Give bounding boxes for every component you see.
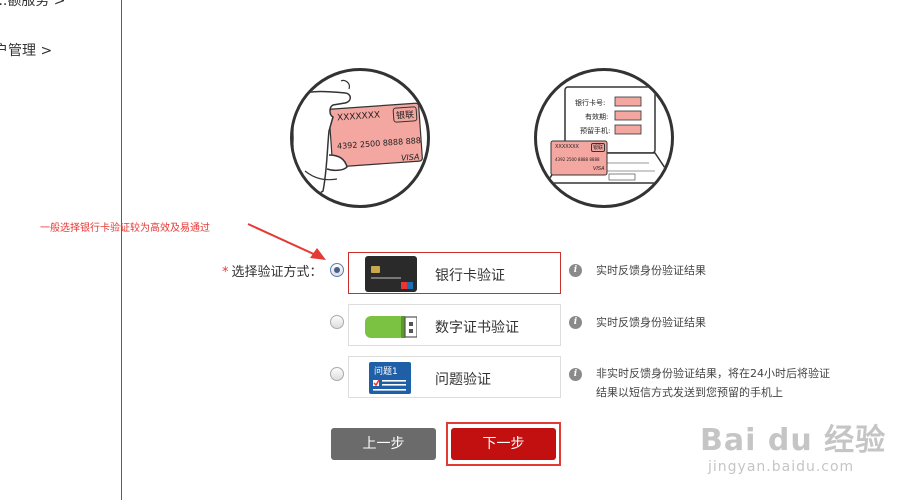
radio-question[interactable]	[330, 367, 344, 381]
info-icon: i	[569, 316, 582, 329]
option-bank-card-label: 银行卡验证	[435, 268, 505, 284]
option-digital-certificate[interactable]: 数字证书验证	[348, 304, 561, 346]
option-bank-card[interactable]: 银行卡验证	[348, 252, 561, 294]
verification-method-label-text: 选择验证方式：	[231, 265, 323, 280]
small-card-network: VISA	[593, 166, 605, 172]
sidebar-item-service[interactable]: ...额服务 >	[0, 0, 66, 10]
field-phone-label: 预留手机:	[580, 127, 611, 135]
card-brand: 银联	[392, 106, 418, 123]
annotation-arrow-icon	[247, 223, 326, 260]
baidu-jingyan-watermark: Bai du 经验 jingyan.baidu.com	[700, 415, 900, 495]
bank-card-illustration: XXXXXXX 银联 4392 2500 8888 888 VISA	[290, 68, 430, 208]
field-card-number-label: 银行卡号:	[575, 99, 606, 107]
field-expiry-label: 有效期:	[585, 113, 609, 121]
annotation-text: 一般选择银行卡验证较为高效及易通过	[40, 223, 210, 234]
radio-bank-card[interactable]	[330, 263, 344, 277]
sidebar: ...额服务 > 户管理 >	[0, 0, 122, 500]
watermark-logo: Bai du 经验	[700, 423, 887, 458]
small-card-brand: 银联	[591, 143, 606, 152]
laptop-icon	[545, 86, 671, 184]
sidebar-item-account-management[interactable]: 户管理 >	[0, 40, 52, 60]
watermark-url: jingyan.baidu.com	[708, 459, 855, 475]
bank-card-icon	[365, 256, 417, 292]
question-card-icon: 问题1	[365, 360, 417, 396]
option-digital-certificate-description: 实时反馈身份验证结果	[596, 316, 706, 329]
prev-step-button[interactable]: 上一步	[331, 428, 436, 460]
small-card-name: XXXXXXX	[555, 144, 579, 150]
card-network: VISA	[400, 152, 420, 163]
option-question-description: 非实时反馈身份验证结果，将在24小时后将验证结果以短信方式发送到您预留的手机上	[596, 367, 830, 399]
small-card-number: 4392 2500 8888 8888	[555, 157, 600, 162]
usb-key-icon	[365, 308, 418, 344]
option-digital-certificate-label: 数字证书验证	[435, 320, 519, 336]
info-icon: i	[569, 368, 582, 381]
option-bank-card-description: 实时反馈身份验证结果	[596, 264, 706, 277]
verification-method-label: * 选择验证方式：	[222, 261, 323, 280]
option-question-label: 问题验证	[435, 372, 491, 388]
question-card-text: 问题1	[374, 367, 398, 377]
option-question[interactable]: 问题1 问题验证	[348, 356, 561, 398]
info-icon: i	[569, 264, 582, 277]
required-mark: *	[222, 265, 229, 280]
online-form-illustration: 银行卡号: 有效期: 预留手机: XXXXXXX 银联 4392 2500 88…	[534, 68, 674, 208]
radio-digital-certificate[interactable]	[330, 315, 344, 329]
next-step-button[interactable]: 下一步	[451, 428, 556, 460]
